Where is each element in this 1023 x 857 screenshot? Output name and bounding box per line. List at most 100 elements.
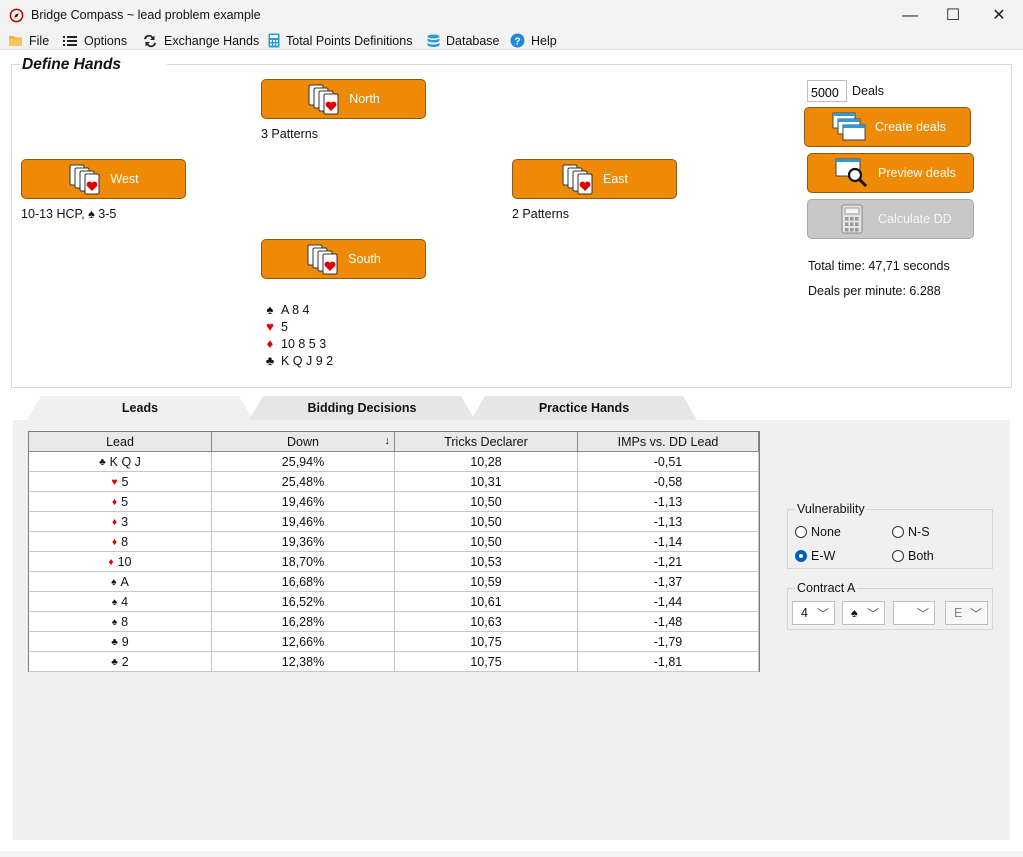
contract-double-select[interactable]: ﹀ bbox=[893, 601, 935, 625]
tricks-cell: 10,28 bbox=[395, 452, 578, 472]
radio-icon bbox=[795, 526, 807, 538]
list-icon bbox=[63, 36, 77, 46]
imps-cell: -1,13 bbox=[578, 512, 759, 532]
cards-icon bbox=[69, 164, 100, 195]
table-row[interactable]: ♠ 8 16,28% 10,63 -1,48 bbox=[29, 612, 759, 632]
club-icon: ♣ bbox=[265, 353, 275, 368]
lead-cell: ♠ 4 bbox=[29, 592, 212, 612]
south-hearts: ♥ 5 bbox=[266, 319, 288, 334]
tricks-cell: 10,50 bbox=[395, 492, 578, 512]
vul-ns-radio[interactable]: N-S bbox=[892, 525, 930, 539]
west-hand-button[interactable]: West bbox=[21, 159, 186, 199]
suit-icon: ♥ bbox=[111, 476, 118, 488]
south-hand-button[interactable]: South bbox=[261, 239, 426, 279]
vul-ew-radio[interactable]: E-W bbox=[795, 549, 835, 563]
deals-count-input[interactable] bbox=[807, 80, 847, 102]
tricks-cell: 10,63 bbox=[395, 612, 578, 632]
column-header-down[interactable]: Down ↓ bbox=[212, 432, 395, 452]
column-header-lead[interactable]: Lead bbox=[29, 432, 212, 452]
create-deals-button[interactable]: Create deals bbox=[804, 107, 971, 147]
north-note: 3 Patterns bbox=[261, 127, 318, 141]
menu-help[interactable]: ? Help bbox=[510, 31, 557, 50]
tricks-cell: 10,59 bbox=[395, 572, 578, 592]
menu-database[interactable]: Database bbox=[427, 31, 500, 50]
lead-cell: ♥ 5 bbox=[29, 472, 212, 492]
radio-icon bbox=[892, 550, 904, 562]
contract-title: Contract A bbox=[795, 581, 858, 595]
lead-cell: ♣ 9 bbox=[29, 632, 212, 652]
preview-deals-button[interactable]: Preview deals bbox=[807, 153, 974, 193]
column-header-tricks-declarer[interactable]: Tricks Declarer bbox=[395, 432, 578, 452]
vul-both-radio[interactable]: Both bbox=[892, 549, 934, 563]
south-clubs: ♣ K Q J 9 2 bbox=[265, 353, 334, 368]
north-hand-button[interactable]: North bbox=[261, 79, 426, 119]
magnifier-icon bbox=[835, 158, 868, 188]
calculator-icon bbox=[268, 33, 280, 48]
deals-label: Deals bbox=[852, 84, 884, 98]
radio-selected-icon bbox=[795, 550, 807, 562]
contract-level-select[interactable]: 4 ﹀ bbox=[792, 601, 835, 625]
tricks-cell: 10,31 bbox=[395, 472, 578, 492]
contract-declarer-select[interactable]: E ﹀ bbox=[945, 601, 988, 625]
tricks-cell: 10,53 bbox=[395, 552, 578, 572]
down-cell: 19,46% bbox=[212, 492, 395, 512]
close-button[interactable]: ✕ bbox=[976, 0, 1022, 31]
imps-cell: -0,58 bbox=[578, 472, 759, 492]
suit-icon: ♦ bbox=[111, 496, 118, 508]
lead-cell: ♠ 8 bbox=[29, 612, 212, 632]
menu-file[interactable]: File bbox=[8, 31, 49, 50]
deals-per-minute-text: Deals per minute: 6.288 bbox=[808, 284, 941, 298]
exchange-icon bbox=[144, 34, 156, 47]
leads-table: Lead Down ↓ Tricks Declarer IMPs vs. DD … bbox=[28, 431, 760, 672]
east-hand-button[interactable]: East bbox=[512, 159, 677, 199]
menu-total-points[interactable]: Total Points Definitions bbox=[268, 31, 412, 50]
menu-options[interactable]: Options bbox=[63, 31, 127, 50]
table-row[interactable]: ♠ A 16,68% 10,59 -1,37 bbox=[29, 572, 759, 592]
suit-icon: ♣ bbox=[111, 656, 118, 668]
table-row[interactable]: ♦ 10 18,70% 10,53 -1,21 bbox=[29, 552, 759, 572]
spade-icon: ♠ bbox=[266, 302, 274, 317]
table-row[interactable]: ♥ 5 25,48% 10,31 -0,58 bbox=[29, 472, 759, 492]
down-cell: 12,66% bbox=[212, 632, 395, 652]
minimize-button[interactable]: — bbox=[887, 0, 933, 31]
table-row[interactable]: ♦ 3 19,46% 10,50 -1,13 bbox=[29, 512, 759, 532]
west-note: 10-13 HCP, ♠ 3-5 bbox=[21, 207, 117, 221]
down-cell: 16,52% bbox=[212, 592, 395, 612]
heart-icon: ♥ bbox=[266, 319, 274, 334]
table-row[interactable]: ♠ 4 16,52% 10,61 -1,44 bbox=[29, 592, 759, 612]
south-spades: ♠ A 8 4 bbox=[266, 302, 310, 317]
table-row[interactable]: ♣ 9 12,66% 10,75 -1,79 bbox=[29, 632, 759, 652]
south-diamonds: ♦ 10 8 5 3 bbox=[266, 336, 327, 351]
windows-stack-icon bbox=[832, 112, 866, 141]
suit-icon: ♠ bbox=[111, 616, 118, 628]
table-row[interactable]: ♣ K Q J 25,94% 10,28 -0,51 bbox=[29, 452, 759, 472]
table-row[interactable]: ♦ 8 19,36% 10,50 -1,14 bbox=[29, 532, 759, 552]
svg-text:?: ? bbox=[514, 35, 520, 47]
contract-strain-select[interactable]: ♠ ﹀ bbox=[842, 601, 885, 625]
lead-cell: ♦ 3 bbox=[29, 512, 212, 532]
tab-leads[interactable]: Leads bbox=[27, 396, 253, 420]
tricks-cell: 10,50 bbox=[395, 512, 578, 532]
chevron-down-icon: ﹀ bbox=[866, 607, 879, 621]
table-row[interactable]: ♦ 5 19,46% 10,50 -1,13 bbox=[29, 492, 759, 512]
maximize-button[interactable]: ☐ bbox=[930, 0, 976, 31]
tab-practice-hands[interactable]: Practice Hands bbox=[471, 396, 697, 420]
imps-cell: -1,21 bbox=[578, 552, 759, 572]
tab-bidding-decisions[interactable]: Bidding Decisions bbox=[249, 396, 475, 420]
column-header-imps[interactable]: IMPs vs. DD Lead bbox=[578, 432, 759, 452]
suit-icon: ♣ bbox=[99, 456, 106, 468]
lead-cell: ♣ K Q J bbox=[29, 452, 212, 472]
calculate-dd-button[interactable]: Calculate DD bbox=[807, 199, 974, 239]
imps-cell: -1,44 bbox=[578, 592, 759, 612]
menu-exchange-hands[interactable]: Exchange Hands bbox=[142, 31, 259, 50]
diamond-icon: ♦ bbox=[266, 336, 274, 351]
vul-none-radio[interactable]: None bbox=[795, 525, 841, 539]
imps-cell: -1,13 bbox=[578, 492, 759, 512]
tricks-cell: 10,61 bbox=[395, 592, 578, 612]
tricks-cell: 10,50 bbox=[395, 532, 578, 552]
sort-down-icon: ↓ bbox=[384, 435, 391, 447]
table-row[interactable]: ♣ 2 12,38% 10,75 -1,81 bbox=[29, 652, 759, 672]
lead-cell: ♦ 5 bbox=[29, 492, 212, 512]
chevron-down-icon: ﹀ bbox=[816, 607, 829, 621]
down-cell: 16,28% bbox=[212, 612, 395, 632]
